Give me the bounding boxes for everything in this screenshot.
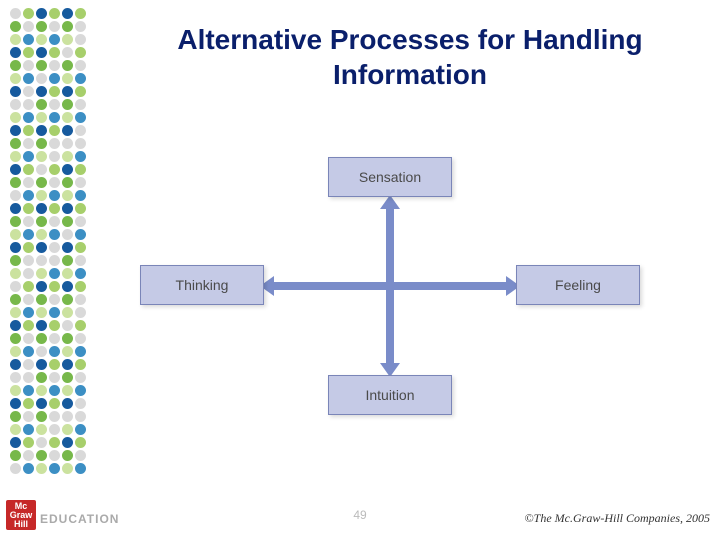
node-thinking: Thinking xyxy=(140,265,264,305)
copyright-text: ©The Mc.Graw-Hill Companies, 2005 xyxy=(525,511,710,526)
horizontal-axis xyxy=(272,282,508,290)
node-sensation: Sensation xyxy=(328,157,452,197)
node-intuition: Intuition xyxy=(328,375,452,415)
diagram: Sensation Intuition Thinking Feeling xyxy=(130,145,630,445)
page-title: Alternative Processes for Handling Infor… xyxy=(120,22,700,92)
decorative-dots xyxy=(10,8,88,480)
arrowhead-up-icon xyxy=(380,195,400,209)
node-feeling: Feeling xyxy=(516,265,640,305)
